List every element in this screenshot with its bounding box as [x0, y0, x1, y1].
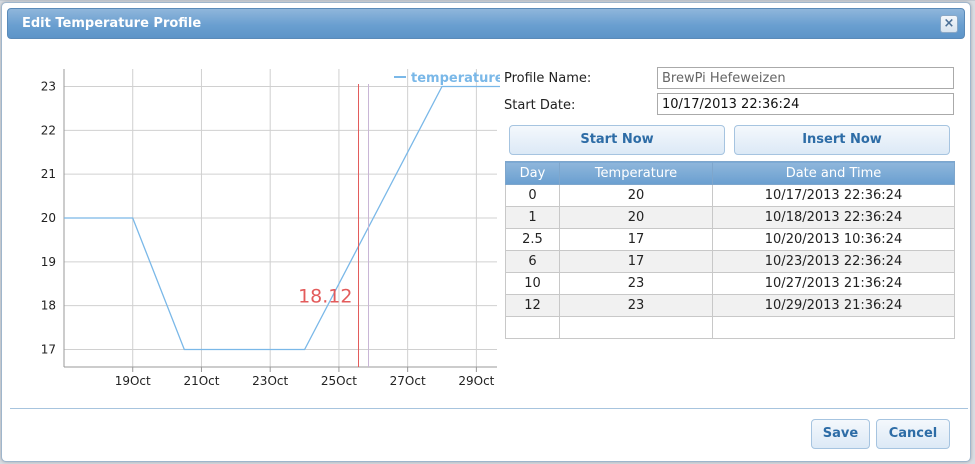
table-row[interactable]: 2.5 17 10/20/2013 10:36:24: [505, 228, 955, 251]
cell-date-time[interactable]: 10/27/2013 21:36:24: [712, 272, 955, 295]
y-tick-label: 19: [41, 255, 56, 269]
cell-date-time[interactable]: [712, 316, 955, 339]
cell-temperature[interactable]: 23: [559, 294, 713, 317]
y-tick-label: 22: [41, 123, 56, 137]
cell-day[interactable]: [505, 316, 560, 339]
temperature-chart: 19Oct 21Oct 23Oct 25Oct 27Oct 29Oct 17 18 19 20 21…: [10, 61, 500, 396]
profile-name-label: Profile Name:: [504, 71, 592, 86]
cell-temperature[interactable]: 20: [559, 206, 713, 229]
dialog-titlebar[interactable]: Edit Temperature Profile ×: [7, 8, 965, 39]
column-header-date-time[interactable]: Date and Time: [712, 161, 955, 185]
edit-profile-dialog: Edit Temperature Profile × 19Oct 21Oct 23O…: [1, 2, 971, 462]
dialog-title: Edit Temperature Profile: [22, 16, 202, 31]
profile-name-input[interactable]: [657, 67, 954, 89]
table-row[interactable]: 0 20 10/17/2013 22:36:24: [505, 184, 955, 207]
cell-date-time[interactable]: 10/20/2013 10:36:24: [712, 228, 955, 251]
footer-divider: [10, 408, 968, 409]
cell-temperature[interactable]: 20: [559, 184, 713, 207]
x-tick-label: 29Oct: [458, 374, 494, 388]
cell-day[interactable]: 2.5: [505, 228, 560, 251]
save-button[interactable]: Save: [811, 419, 870, 449]
column-header-day[interactable]: Day: [505, 161, 560, 185]
cell-temperature[interactable]: 17: [559, 228, 713, 251]
cell-day[interactable]: 1: [505, 206, 560, 229]
y-tick-label: 17: [41, 342, 56, 356]
x-tick-label: 27Oct: [390, 374, 426, 388]
table-row[interactable]: 1 20 10/18/2013 22:36:24: [505, 206, 955, 229]
y-tick-label: 23: [41, 80, 56, 94]
insert-now-button[interactable]: Insert Now: [734, 125, 950, 155]
y-tick-label: 20: [41, 211, 56, 225]
cell-temperature[interactable]: 23: [559, 272, 713, 295]
close-icon[interactable]: ×: [940, 15, 958, 33]
table-row[interactable]: 6 17 10/23/2013 22:36:24: [505, 250, 955, 273]
cell-day[interactable]: 12: [505, 294, 560, 317]
legend-label: temperature: [411, 71, 500, 86]
cell-date-time[interactable]: 10/17/2013 22:36:24: [712, 184, 955, 207]
now-marker-value: 18.12: [298, 285, 352, 307]
cancel-button[interactable]: Cancel: [876, 419, 950, 449]
table-header-row: Day Temperature Date and Time: [505, 161, 955, 185]
profile-table: Day Temperature Date and Time 0 20 10/17…: [505, 161, 955, 339]
y-tick-label: 21: [41, 167, 56, 181]
x-tick-label: 21Oct: [183, 374, 219, 388]
start-date-label: Start Date:: [504, 98, 576, 113]
column-header-temperature[interactable]: Temperature: [559, 161, 713, 185]
cell-temperature[interactable]: [559, 316, 713, 339]
cell-temperature[interactable]: 17: [559, 250, 713, 273]
table-row[interactable]: 10 23 10/27/2013 21:36:24: [505, 272, 955, 295]
cell-date-time[interactable]: 10/29/2013 21:36:24: [712, 294, 955, 317]
x-tick-label: 19Oct: [115, 374, 151, 388]
start-date-input[interactable]: [657, 93, 954, 115]
cell-day[interactable]: 0: [505, 184, 560, 207]
y-tick-label: 18: [41, 299, 56, 313]
cell-day[interactable]: 10: [505, 272, 560, 295]
temperature-chart-svg: 19Oct 21Oct 23Oct 25Oct 27Oct 29Oct 17 18 19 20 21…: [41, 69, 500, 388]
cell-date-time[interactable]: 10/18/2013 22:36:24: [712, 206, 955, 229]
cell-day[interactable]: 6: [505, 250, 560, 273]
table-row-empty[interactable]: [505, 316, 955, 339]
x-tick-label: 25Oct: [321, 374, 357, 388]
table-row[interactable]: 12 23 10/29/2013 21:36:24: [505, 294, 955, 317]
start-now-button[interactable]: Start Now: [509, 125, 725, 155]
x-tick-label: 23Oct: [252, 374, 288, 388]
cell-date-time[interactable]: 10/23/2013 22:36:24: [712, 250, 955, 273]
